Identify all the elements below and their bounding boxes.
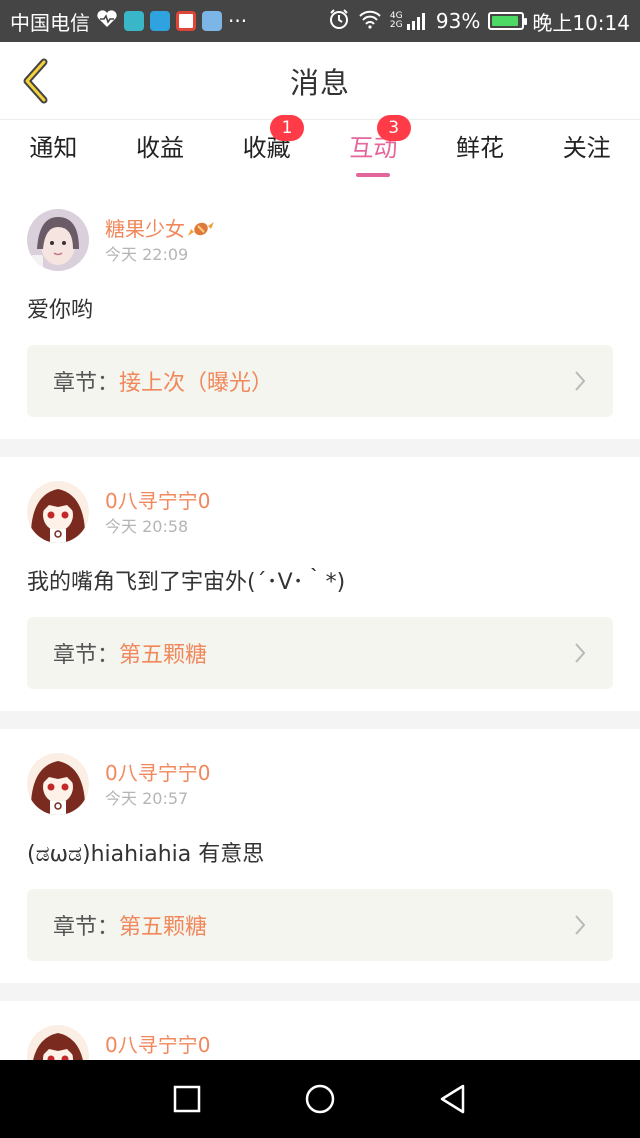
carrier-label: 中国电信 xyxy=(10,10,90,35)
tab-interactions[interactable]: 互动 3 xyxy=(320,115,427,185)
tab-earnings[interactable]: 收益 xyxy=(107,121,214,185)
system-nav-bar xyxy=(0,1060,640,1138)
chapter-name: 第五颗糖 xyxy=(119,643,208,668)
tab-bar: 通知 收益 收藏 1 互动 3 鲜花 关注 xyxy=(0,115,640,185)
page-title: 消息 xyxy=(289,65,350,100)
tab-label: 鲜花 xyxy=(456,134,505,162)
timestamp: 今天 20:58 xyxy=(105,517,189,536)
square-icon xyxy=(173,1085,200,1113)
timestamp: 今天 22:09 xyxy=(105,245,189,264)
health-icon xyxy=(96,9,118,34)
avatar[interactable] xyxy=(27,1025,89,1060)
message-text: 我的嘴角飞到了宇宙外(´･V･｀*) xyxy=(27,570,346,595)
timestamp: 今天 20:57 xyxy=(105,789,189,808)
message-card: 0八寻宁宁0 今天 20:58 我的嘴角飞到了宇宙外(´･V･｀*) 章节： 第… xyxy=(0,457,640,729)
network-type-label: 4G 2G xyxy=(389,11,403,30)
username-text: 0八寻宁宁0 xyxy=(105,1033,211,1057)
tab-notifications[interactable]: 通知 xyxy=(0,121,107,185)
username-text: 0八寻宁宁0 xyxy=(105,761,211,785)
back-arrow-icon xyxy=(23,58,48,104)
username[interactable]: 0八寻宁宁0 xyxy=(105,1030,210,1060)
tab-label: 收益 xyxy=(136,134,184,162)
chapter-link[interactable]: 章节： 接上次（曝光） xyxy=(27,345,613,417)
chapter-label: 章节： xyxy=(53,643,120,668)
app-header: 消息 xyxy=(0,42,640,120)
username-text: 糖果少女 xyxy=(105,217,185,241)
status-bar: 中国电信 ··· 4G 2G 93% 晚上10:14 xyxy=(0,0,640,42)
chevron-right-icon xyxy=(575,371,586,391)
browser-notification-icon xyxy=(202,11,222,31)
message-card: 糖果少女 今天 22:09 爱你哟 章节： 接上次（曝光） xyxy=(0,185,640,457)
username[interactable]: 糖果少女 xyxy=(105,214,215,244)
circle-icon xyxy=(305,1084,335,1114)
username-text: 0八寻宁宁0 xyxy=(105,489,211,513)
home-button[interactable] xyxy=(300,1079,340,1119)
chevron-right-icon xyxy=(575,643,586,663)
tab-follows[interactable]: 关注 xyxy=(533,121,640,185)
unread-badge: 3 xyxy=(376,115,411,141)
alarm-icon xyxy=(328,8,350,35)
active-tab-indicator xyxy=(356,173,391,177)
avatar[interactable] xyxy=(27,753,89,815)
chapter-name: 接上次（曝光） xyxy=(119,371,274,396)
clock: 晚上10:14 xyxy=(532,10,630,35)
battery-percent: 93% xyxy=(435,9,481,33)
battery-icon xyxy=(488,12,528,30)
chapter-label: 章节： xyxy=(53,371,120,396)
chapter-link[interactable]: 章节： 第五颗糖 xyxy=(27,617,613,689)
back-button[interactable] xyxy=(14,56,54,106)
username[interactable]: 0八寻宁宁0 xyxy=(105,486,210,516)
chapter-label: 章节： xyxy=(53,915,120,940)
chapter-name: 第五颗糖 xyxy=(119,915,208,940)
avatar[interactable] xyxy=(27,209,89,271)
tab-label: 关注 xyxy=(562,134,611,162)
triangle-back-icon xyxy=(441,1084,465,1114)
candy-icon xyxy=(188,222,214,236)
wifi-icon xyxy=(358,9,382,34)
tab-favorites[interactable]: 收藏 1 xyxy=(213,115,320,185)
recent-apps-button[interactable] xyxy=(167,1079,207,1119)
chrome-notification-icon xyxy=(176,11,196,31)
chevron-right-icon xyxy=(575,915,586,935)
message-list[interactable]: 糖果少女 今天 22:09 爱你哟 章节： 接上次（曝光） 0八寻宁宁0 今天 … xyxy=(0,185,640,1060)
message-text: (ಡωಡ)hiahiahia 有意思 xyxy=(27,842,265,867)
username[interactable]: 0八寻宁宁0 xyxy=(105,758,210,788)
chapter-link[interactable]: 章节： 第五颗糖 xyxy=(27,889,613,961)
message-card: 0八寻宁宁0 今天 20:57 (ಡωಡ)hiahiahia 有意思 章节： 第… xyxy=(0,729,640,1001)
message-card: 0八寻宁宁0 03-30 xyxy=(0,1001,640,1060)
system-back-button[interactable] xyxy=(433,1079,473,1119)
signal-icon: 4G 2G xyxy=(390,12,428,30)
telegram-notification-icon xyxy=(150,11,170,31)
tab-flowers[interactable]: 鲜花 xyxy=(427,121,534,185)
avatar[interactable] xyxy=(27,481,89,543)
app-notification-icon xyxy=(124,11,144,31)
unread-badge: 1 xyxy=(270,115,305,141)
tab-label: 通知 xyxy=(29,134,78,162)
message-text: 爱你哟 xyxy=(27,298,94,323)
more-notifications-icon: ··· xyxy=(228,9,248,33)
